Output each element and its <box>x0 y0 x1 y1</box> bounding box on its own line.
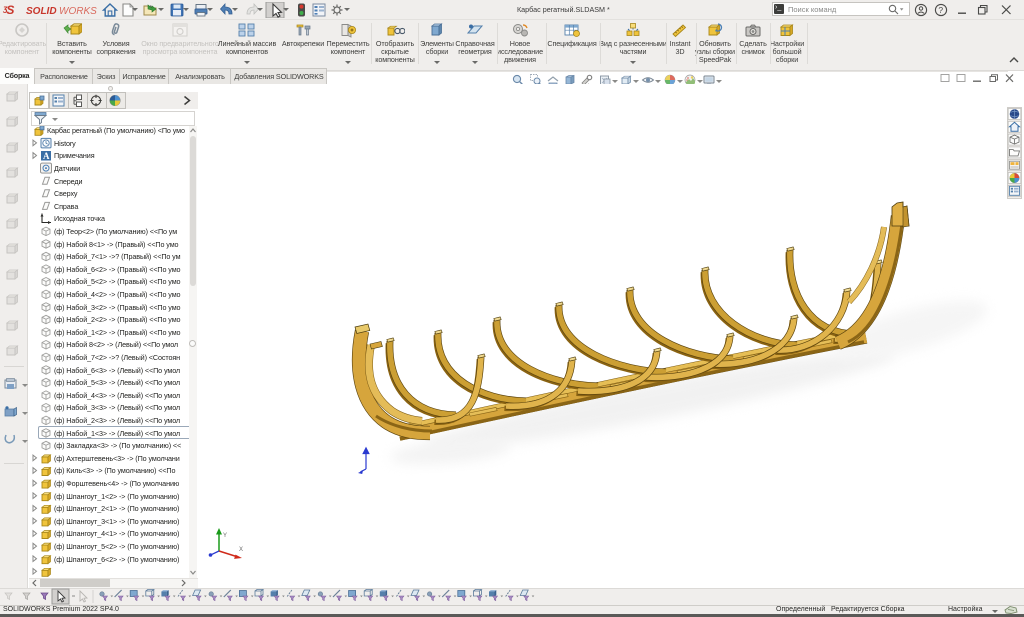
svg-text:SOLID: SOLID <box>26 6 57 17</box>
svg-text:Y: Y <box>223 533 227 539</box>
svg-text:X: X <box>239 547 243 553</box>
svg-text:?: ? <box>938 5 943 15</box>
svg-text:WORKS: WORKS <box>59 6 97 17</box>
